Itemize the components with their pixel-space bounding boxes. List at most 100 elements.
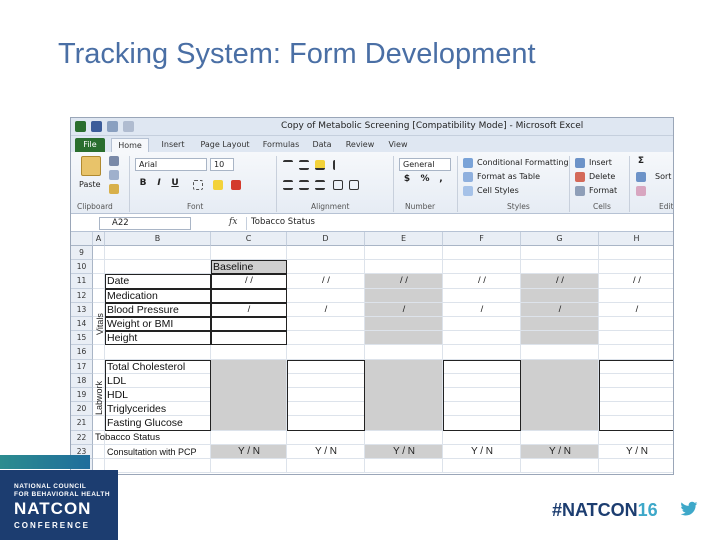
copy-icon[interactable] xyxy=(109,170,119,180)
column-header-f[interactable]: F xyxy=(443,232,521,246)
insert-cells-button[interactable]: Insert xyxy=(589,158,612,167)
worksheet-cell[interactable] xyxy=(443,246,521,261)
underline-button[interactable]: U xyxy=(169,178,181,188)
row-header[interactable]: 9 xyxy=(71,246,93,261)
worksheet-cell[interactable] xyxy=(365,246,443,261)
worksheet-cell[interactable] xyxy=(521,246,599,261)
fill-color-icon[interactable] xyxy=(213,180,223,190)
format-as-table-button[interactable]: Format as Table xyxy=(477,172,540,181)
worksheet-cell[interactable] xyxy=(93,359,105,374)
lab-shaded-block[interactable] xyxy=(365,359,443,431)
worksheet-cell[interactable] xyxy=(287,459,365,474)
merge-center-icon[interactable] xyxy=(333,180,343,190)
row-header[interactable]: 17 xyxy=(71,359,93,374)
font-size-select[interactable]: 10 xyxy=(210,158,234,171)
tab-file[interactable]: File xyxy=(75,138,105,152)
row-header[interactable]: 22 xyxy=(71,430,93,445)
align-right-icon[interactable] xyxy=(315,180,325,190)
format-cells-icon[interactable] xyxy=(575,186,585,196)
column-header-b[interactable]: B xyxy=(105,232,211,246)
bold-button[interactable]: B xyxy=(137,178,149,188)
value-cell[interactable] xyxy=(287,288,365,303)
worksheet-cell[interactable] xyxy=(105,246,211,261)
worksheet-cell[interactable] xyxy=(93,260,105,275)
row-header[interactable]: 15 xyxy=(71,331,93,346)
worksheet-cell[interactable] xyxy=(521,430,599,445)
worksheet-cell[interactable] xyxy=(599,246,673,261)
comma-button[interactable]: , xyxy=(435,174,447,184)
worksheet-cell[interactable] xyxy=(287,345,365,360)
insert-cells-icon[interactable] xyxy=(575,158,585,168)
worksheet-cell[interactable] xyxy=(443,459,521,474)
cut-icon[interactable] xyxy=(109,156,119,166)
tab-page-layout[interactable]: Page Layout xyxy=(195,138,255,152)
paste-label[interactable]: Paste xyxy=(79,180,101,189)
lab-value-block[interactable] xyxy=(599,359,673,431)
clear-icon[interactable] xyxy=(636,186,646,196)
worksheet-cell[interactable] xyxy=(443,430,521,445)
worksheet-cell[interactable] xyxy=(521,260,599,275)
italic-button[interactable]: I xyxy=(153,178,165,188)
value-cell[interactable] xyxy=(443,317,521,332)
formula-input[interactable]: Tobacco Status xyxy=(246,217,671,230)
tab-home[interactable]: Home xyxy=(111,138,149,152)
row-header[interactable]: 19 xyxy=(71,388,93,403)
row-header[interactable]: 11 xyxy=(71,274,93,289)
value-cell[interactable] xyxy=(287,317,365,332)
worksheet-cell[interactable] xyxy=(443,345,521,360)
lab-value-block[interactable] xyxy=(443,359,521,431)
worksheet-cell[interactable] xyxy=(521,345,599,360)
tab-review[interactable]: Review xyxy=(341,138,379,152)
value-cell[interactable] xyxy=(365,331,443,346)
paste-icon[interactable] xyxy=(81,156,101,176)
row-header[interactable]: 13 xyxy=(71,302,93,317)
align-top-icon[interactable] xyxy=(283,160,293,170)
column-header-g[interactable]: G xyxy=(521,232,599,246)
worksheet-cell[interactable] xyxy=(365,260,443,275)
column-header-c[interactable]: C xyxy=(211,232,287,246)
cell-styles-icon[interactable] xyxy=(463,186,473,196)
column-header-e[interactable]: E xyxy=(365,232,443,246)
name-box[interactable]: A22 xyxy=(99,217,191,230)
value-cell[interactable] xyxy=(599,317,673,332)
row-header[interactable]: 12 xyxy=(71,288,93,303)
value-cell[interactable] xyxy=(443,288,521,303)
worksheet-cell[interactable] xyxy=(93,444,105,459)
orientation-icon[interactable] xyxy=(333,160,343,170)
value-cell[interactable] xyxy=(443,331,521,346)
column-header-a[interactable]: A xyxy=(93,232,105,246)
row-header[interactable]: 16 xyxy=(71,345,93,360)
worksheet-cell[interactable] xyxy=(93,246,105,261)
value-cell[interactable] xyxy=(521,331,599,346)
format-cells-button[interactable]: Format xyxy=(589,186,617,195)
worksheet-cell[interactable] xyxy=(599,345,673,360)
value-cell[interactable] xyxy=(599,289,673,303)
value-cell[interactable] xyxy=(211,288,287,303)
value-cell[interactable] xyxy=(211,331,287,346)
worksheet-cell[interactable] xyxy=(599,260,673,275)
worksheet-cell[interactable] xyxy=(211,246,287,261)
value-cell[interactable] xyxy=(521,288,599,303)
align-middle-icon[interactable] xyxy=(299,160,309,170)
font-name-select[interactable]: Arial xyxy=(135,158,207,171)
row-header[interactable]: 10 xyxy=(71,260,93,275)
row-header[interactable]: 20 xyxy=(71,402,93,417)
fill-icon[interactable] xyxy=(636,172,646,182)
worksheet-cell[interactable] xyxy=(365,345,443,360)
lab-shaded-block[interactable] xyxy=(211,359,287,431)
currency-button[interactable]: $ xyxy=(401,174,413,184)
conditional-formatting-button[interactable]: Conditional Formatting xyxy=(477,158,569,167)
conditional-formatting-icon[interactable] xyxy=(463,158,473,168)
percent-button[interactable]: % xyxy=(419,174,431,184)
tab-insert[interactable]: Insert xyxy=(155,138,191,152)
cell-styles-button[interactable]: Cell Styles xyxy=(477,186,519,195)
align-center-icon[interactable] xyxy=(299,180,309,190)
fx-icon[interactable]: fx xyxy=(229,217,237,227)
align-bottom-icon[interactable] xyxy=(315,160,325,170)
lab-value-block[interactable] xyxy=(287,359,365,431)
tab-formulas[interactable]: Formulas xyxy=(259,138,303,152)
worksheet-cell[interactable] xyxy=(93,416,105,431)
worksheet-cell[interactable] xyxy=(521,459,599,474)
column-header-h[interactable]: H xyxy=(599,232,673,246)
worksheet-cell[interactable] xyxy=(105,345,211,360)
